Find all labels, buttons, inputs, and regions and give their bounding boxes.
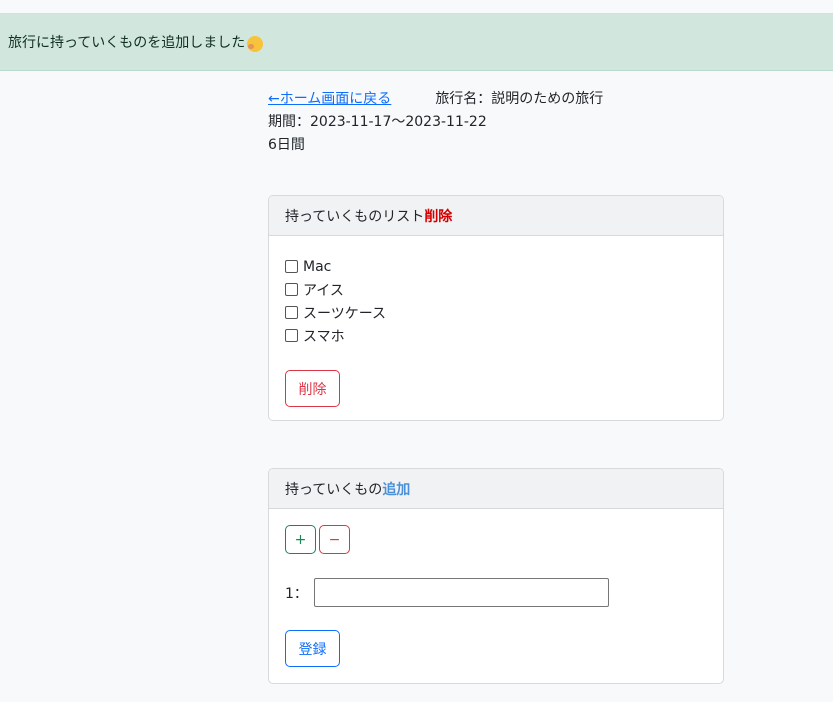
register-button[interactable]: 登録 [285, 630, 340, 667]
item-list: Mac アイス スーツケース スマホ [285, 252, 707, 347]
main-content: ←ホーム画面に戻る 旅行名：説明のための旅行 期間：2023-11-17〜2023… [268, 88, 724, 684]
back-to-home-link[interactable]: ←ホーム画面に戻る [268, 91, 391, 107]
checkbox[interactable] [285, 283, 298, 296]
item-list-card-header: 持っていくものリスト 削除 [269, 196, 723, 236]
list-item[interactable]: アイス [285, 278, 707, 301]
list-item-label: スーツケース [303, 305, 387, 322]
item-list-title: 持っていくものリスト [285, 208, 425, 225]
list-item[interactable]: Mac [285, 255, 707, 278]
item-list-card: 持っていくものリスト 削除 Mac アイス スーツケース スマホ 削除 [268, 195, 724, 421]
list-item[interactable]: スーツケース [285, 301, 707, 324]
list-item-label: スマホ [303, 328, 345, 345]
item-field-label: 1： [285, 585, 308, 602]
top-bar [0, 0, 833, 14]
item-list-body: Mac アイス スーツケース スマホ 削除 [269, 236, 723, 420]
add-item-title-action: 追加 [382, 481, 411, 498]
trip-days: 6日間 [268, 137, 305, 153]
item-field-row: 1： [285, 578, 707, 607]
add-item-body: + − 1： 登録 [269, 509, 723, 683]
success-alert: 旅行に持っていくものを追加しました [0, 14, 833, 71]
trip-period: 期間：2023-11-17〜2023-11-22 [268, 114, 487, 130]
trip-header: ←ホーム画面に戻る 旅行名：説明のための旅行 [268, 88, 724, 111]
trip-name: 旅行名：説明のための旅行 [435, 91, 604, 107]
add-item-card: 持っていくもの 追加 + − 1： 登録 [268, 468, 724, 684]
add-item-card-header: 持っていくもの 追加 [269, 469, 723, 509]
item-list-title-action: 削除 [424, 208, 453, 225]
field-count-controls: + − [285, 525, 707, 554]
hugging-face-emoji-icon [247, 36, 264, 52]
delete-button[interactable]: 削除 [285, 370, 340, 407]
add-field-button[interactable]: + [285, 525, 316, 554]
list-item-label: Mac [303, 258, 332, 275]
checkbox[interactable] [285, 329, 298, 342]
checkbox[interactable] [285, 260, 298, 273]
list-item-label: アイス [303, 282, 344, 299]
add-item-title: 持っていくもの [285, 481, 383, 498]
alert-message: 旅行に持っていくものを追加しました [8, 35, 246, 51]
list-item[interactable]: スマホ [285, 324, 707, 347]
item-name-input[interactable] [313, 578, 609, 607]
remove-field-button[interactable]: − [319, 525, 350, 554]
checkbox[interactable] [285, 306, 298, 319]
